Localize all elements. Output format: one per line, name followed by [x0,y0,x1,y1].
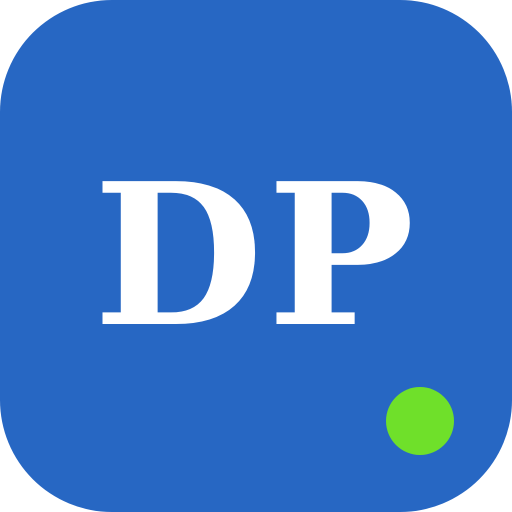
app-icon[interactable]: DP [0,0,512,512]
online-status-dot [386,387,454,455]
app-icon-initials: DP [93,141,419,371]
